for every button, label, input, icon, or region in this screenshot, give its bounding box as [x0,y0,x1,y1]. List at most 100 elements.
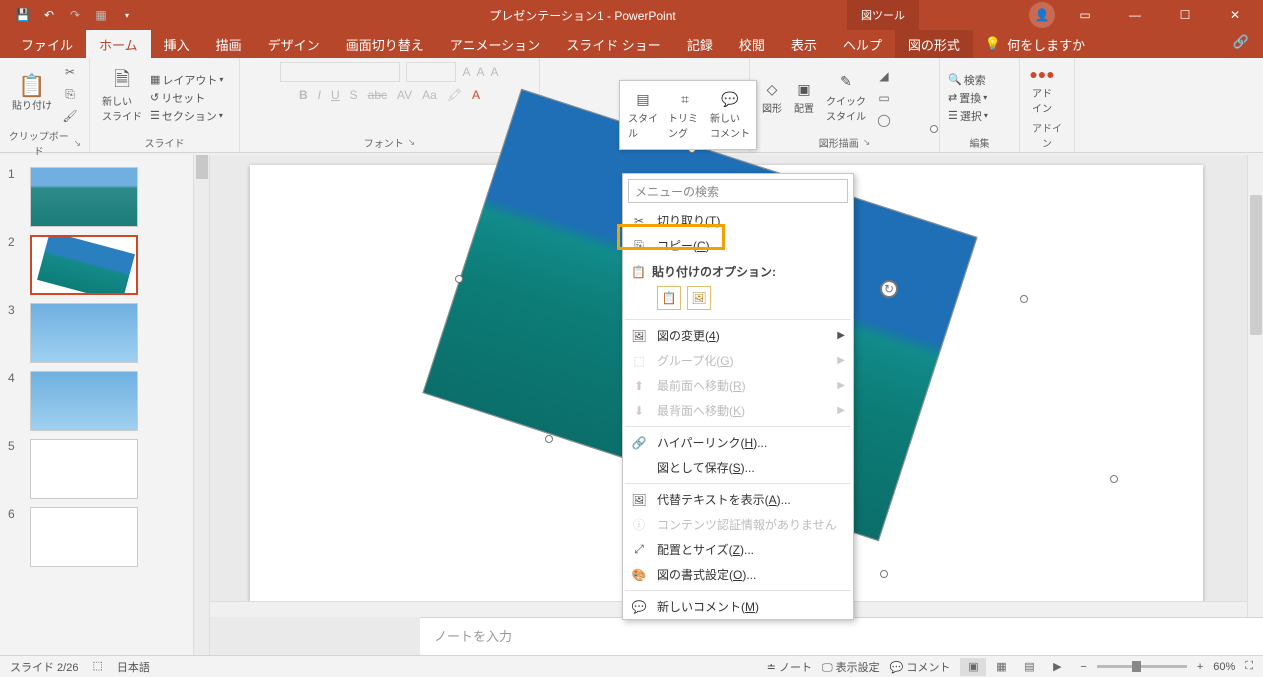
language-indicator[interactable]: 日本語 [117,659,150,675]
quick-styles-button[interactable]: ✎クイック スタイル [822,71,870,125]
reading-view-icon[interactable]: ▤ [1016,658,1042,676]
drawing-launcher-icon[interactable]: ↘ [863,137,871,148]
context-menu-search[interactable]: メニューの検索 [628,179,848,203]
ctx-hyperlink[interactable]: 🔗ハイパーリンク(H)... [623,430,853,455]
display-settings[interactable]: 🖵 表示設定 [822,659,880,675]
reset-icon: ↺ [150,91,159,104]
tab-design[interactable]: デザイン [255,30,333,58]
save-icon[interactable]: 💾 [14,6,32,24]
close-icon[interactable]: ✕ [1215,0,1255,30]
format-icon: 🎨 [631,568,647,582]
shape-fill-icon: ◢ [874,66,894,86]
undo-icon[interactable]: ↶ [40,6,58,24]
new-comment-button[interactable]: 💬新しい コメント [706,85,754,145]
ctx-change-picture[interactable]: 🖼図の変更(4)▶ [623,323,853,348]
sorter-view-icon[interactable]: ▦ [988,658,1014,676]
tab-animations[interactable]: アニメーション [437,30,553,58]
notes-toggle[interactable]: ≐ ノート [767,659,812,675]
ctx-send-back: ⬇最背面へ移動(K)▶ [623,398,853,423]
find-button[interactable]: 🔍検索 [948,72,988,88]
zoom-out-icon[interactable]: − [1080,661,1086,673]
paste-option-picture[interactable]: 🖼 [687,286,711,310]
slide-thumbnail-6[interactable] [30,507,138,567]
arrange-button[interactable]: ▣配置 [790,78,818,117]
share-icon[interactable]: 🔗 [1233,34,1249,50]
ctx-content-credentials-label: コンテンツ認証情報がありません [657,516,837,533]
addins-button[interactable]: ●●●アド イン [1028,63,1056,117]
layout-button[interactable]: ▦レイアウト▾ [150,72,223,88]
zoom-level[interactable]: 60% [1213,661,1235,673]
fit-to-window-icon[interactable]: ⛶ [1245,660,1253,673]
slide-thumbnail-2[interactable] [30,235,138,295]
clipboard-icon: 📋 [23,77,41,95]
ctx-save-as-picture[interactable]: 図として保存(S)... [623,455,853,480]
ctx-cut[interactable]: ✂切り取り(T) [623,208,853,233]
slideshow-view-icon[interactable]: ▶ [1044,658,1070,676]
ctx-format-picture-label: 図の書式設定(O)... [657,566,756,583]
crop-button[interactable]: ⌗トリミング [664,85,706,145]
tab-draw[interactable]: 描画 [203,30,255,58]
tab-insert[interactable]: 挿入 [151,30,203,58]
select-label: 選択 [960,108,982,124]
thumbnails-scrollbar[interactable] [193,155,209,655]
clipboard-launcher-icon[interactable]: ↘ [73,138,81,149]
tab-file[interactable]: ファイル [8,30,86,58]
editing-group-label: 編集 [948,133,1011,150]
tell-me-search[interactable]: 💡 何をしますか [985,35,1085,54]
tab-home[interactable]: ホーム [86,30,151,58]
cut-icon[interactable]: ✂ [60,62,80,82]
shapes-button[interactable]: ◇図形 [758,78,786,117]
bold-icon: B [299,88,308,102]
tab-review[interactable]: 校閲 [726,30,778,58]
format-painter-icon[interactable]: 🖌 [60,106,80,126]
font-group-label: フォント [364,135,404,150]
copy-icon[interactable]: ⎘ [60,84,80,104]
tab-transitions[interactable]: 画面切り替え [333,30,437,58]
notes-pane[interactable]: ノートを入力 [420,617,1263,655]
maximize-icon[interactable]: ☐ [1165,0,1205,30]
slide-thumbnail-4[interactable] [30,371,138,431]
layout-icon: ▦ [150,73,160,86]
tab-picture-format[interactable]: 図の形式 [895,30,973,58]
select-button[interactable]: ☰選択▾ [948,108,988,124]
ctx-format-picture[interactable]: 🎨 図の書式設定(O)... [623,562,853,587]
minimize-icon[interactable]: — [1115,0,1155,30]
ribbon-display-icon[interactable]: ▭ [1065,0,1105,30]
tab-slideshow[interactable]: スライド ショー [553,30,674,58]
comments-toggle[interactable]: 💬 コメント [890,659,951,675]
reset-button[interactable]: ↺リセット [150,90,223,106]
tab-help[interactable]: ヘルプ [830,30,895,58]
tab-record[interactable]: 記録 [674,30,726,58]
qat-dropdown-icon[interactable]: ▾ [118,6,136,24]
slide-thumbnail-1[interactable] [30,167,138,227]
slide-thumbnail-5[interactable] [30,439,138,499]
paste-option-keep-source[interactable]: 📋 [657,286,681,310]
size-icon: ⤢ [631,542,647,557]
font-launcher-icon[interactable]: ↘ [408,137,416,148]
new-slide-button[interactable]: 🗎 新しい スライド [98,71,146,125]
ctx-copy[interactable]: ⎘コピー(C) [623,233,853,258]
ctx-alt-text[interactable]: 🖼代替テキストを表示(A)... [623,487,853,512]
comment-icon: 💬 [631,600,647,614]
ctx-send-back-label: 最背面へ移動(K) [657,402,745,419]
slide-counter[interactable]: スライド 2/26 [10,659,78,675]
account-icon[interactable]: 👤 [1029,2,1055,28]
spell-check-icon[interactable]: ⬚ [92,659,102,675]
ctx-size-position[interactable]: ⤢配置とサイズ(Z)... [623,537,853,562]
section-button[interactable]: ☰セクション▾ [150,108,223,124]
replace-button[interactable]: ⇄置換▾ [948,90,988,106]
ctx-new-comment[interactable]: 💬新しいコメント(M) [623,594,853,619]
ctx-save-as-picture-label: 図として保存(S)... [657,459,755,476]
rotation-handle-icon[interactable]: ↻ [880,280,898,298]
tab-view[interactable]: 表示 [778,30,830,58]
normal-view-icon[interactable]: ▣ [960,658,986,676]
style-button[interactable]: ▤スタイ ル [622,85,664,145]
canvas-vertical-scrollbar[interactable] [1247,155,1263,617]
paste-button[interactable]: 📋 貼り付け [8,75,56,114]
shape-effects-icon: ◯ [874,110,894,130]
zoom-in-icon[interactable]: + [1197,661,1203,673]
zoom-slider[interactable] [1097,665,1187,668]
find-icon: 🔍 [948,73,962,86]
replace-icon: ⇄ [948,91,957,104]
slide-thumbnail-3[interactable] [30,303,138,363]
